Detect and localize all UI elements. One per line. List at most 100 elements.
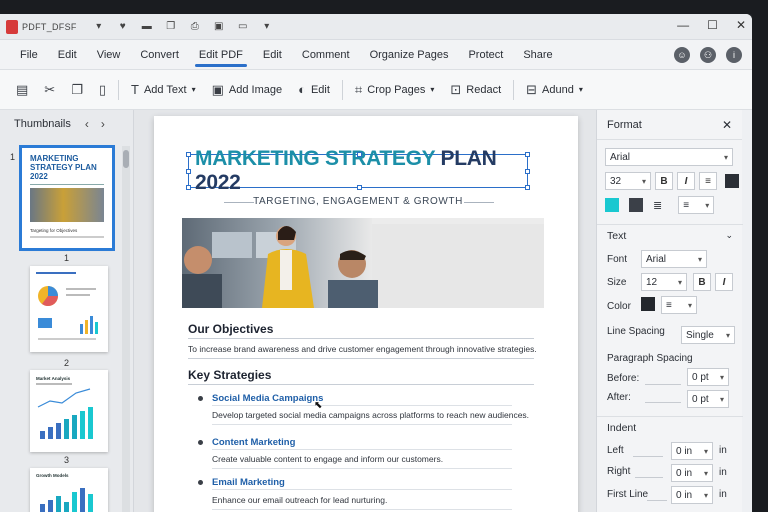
title-text-box[interactable]: MARKETING STRATEGY PLAN 2022	[186, 147, 530, 194]
paragraph-spacing-label: Paragraph Spacing	[607, 353, 693, 364]
paste-tool[interactable]: ▯	[91, 70, 114, 110]
save-icon[interactable]: ▭	[236, 20, 250, 34]
fill-color-swatch[interactable]	[629, 198, 643, 212]
heart-icon[interactable]: ♥	[116, 20, 130, 34]
edit-button[interactable]: ◐ Edit	[290, 70, 338, 110]
page-number: 1	[10, 152, 16, 162]
text-font-dropdown[interactable]: Arial ▾	[641, 250, 707, 268]
close-window-icon[interactable]: ✕	[736, 18, 746, 32]
page-thumbnail-2[interactable]	[30, 266, 108, 352]
italic-button[interactable]: I	[677, 172, 695, 190]
list-icon[interactable]: ≣	[653, 199, 662, 212]
format-title: Format	[607, 118, 642, 131]
list-style-icon: ≡	[683, 199, 690, 211]
thumbnails-panel: Thumbnails ‹ › 1 MARKETING STRATEGY PLAN…	[0, 110, 134, 512]
after-spacing-dropdown[interactable]: 0 pt ▾	[687, 390, 729, 408]
alignment-dropdown[interactable]: ≡ ▾	[661, 296, 697, 314]
menu-view[interactable]: View	[89, 40, 129, 70]
folder-icon[interactable]: ▬	[140, 20, 154, 34]
page-thumbnail-4[interactable]: Growth Models	[30, 468, 108, 512]
font-size-dropdown[interactable]: 32 ▾	[605, 172, 651, 190]
menu-convert[interactable]: Convert	[132, 40, 187, 70]
font-family-dropdown[interactable]: Arial ▾	[605, 148, 733, 166]
title-part-1: MARKETING STRATEGY	[195, 147, 435, 170]
first-line-indent-dropdown[interactable]: 0 in ▾	[671, 486, 713, 504]
text-size-dropdown[interactable]: 12 ▾	[641, 273, 687, 291]
resize-handle[interactable]	[525, 169, 530, 174]
before-spacing-dropdown[interactable]: 0 pt ▾	[687, 368, 729, 386]
adund-button[interactable]: ⊟ Adund ▾	[518, 70, 591, 110]
resize-handle[interactable]	[357, 152, 362, 157]
menu-file[interactable]: File	[12, 40, 46, 70]
users-icon[interactable]: ⚇	[700, 47, 716, 63]
cut-tool[interactable]: ✂	[36, 70, 63, 110]
minimize-icon[interactable]: —	[677, 18, 689, 32]
strategies-heading[interactable]: Key Strategies	[188, 368, 271, 382]
resize-handle[interactable]	[186, 169, 191, 174]
scrollbar-thumb[interactable]	[123, 150, 129, 168]
left-indent-value: 0 in	[676, 445, 693, 457]
redact-button[interactable]: ⊡ Redact	[442, 70, 509, 110]
file-tool[interactable]: ▤	[8, 70, 36, 110]
resize-handle[interactable]	[186, 185, 191, 190]
line-spacing-dropdown[interactable]: Single ▾	[681, 326, 735, 344]
info-icon[interactable]: i	[726, 47, 742, 63]
add-image-button[interactable]: ▣ Add Image	[204, 70, 291, 110]
resize-handle[interactable]	[186, 152, 191, 157]
menu-protect[interactable]: Protect	[460, 40, 511, 70]
strategy-name[interactable]: Content Marketing	[212, 437, 295, 448]
page-thumbnail-1[interactable]: MARKETING STRATEGY PLAN 2022 Targeting f…	[19, 145, 115, 251]
strategy-desc[interactable]: Enhance our email outreach for lead nurt…	[212, 495, 387, 505]
team-meeting-photo[interactable]	[182, 218, 544, 308]
chevron-left-icon[interactable]: ‹	[85, 117, 89, 131]
objectives-text-rule	[188, 358, 534, 359]
crop-pages-button[interactable]: ⌗ Crop Pages ▾	[347, 70, 442, 110]
chevron-down-icon: ⌄	[725, 230, 733, 240]
subtitle-rule-right	[464, 202, 494, 203]
before-spacing-value: 0 pt	[692, 371, 709, 383]
account-icon[interactable]: ☺	[674, 47, 690, 63]
highlight-color-swatch[interactable]	[605, 198, 619, 212]
monitor-bezel-top	[0, 0, 768, 14]
close-icon[interactable]: ✕	[722, 118, 732, 132]
dropdown-chevron-icon[interactable]: ▾	[92, 20, 106, 34]
maximize-icon[interactable]: ☐	[707, 18, 718, 32]
strategy-desc[interactable]: Develop targeted social media campaigns …	[212, 410, 529, 420]
bold-button[interactable]: B	[655, 172, 673, 190]
text-section-header[interactable]: Text ⌄	[597, 224, 743, 246]
right-indent-dropdown[interactable]: 0 in ▾	[671, 464, 713, 482]
text-color-swatch[interactable]	[725, 174, 739, 188]
text-italic-button[interactable]: I	[715, 273, 733, 291]
text-bold-button[interactable]: B	[693, 273, 711, 291]
copy-icon[interactable]: ❐	[164, 20, 178, 34]
chevron-right-icon[interactable]: ›	[101, 117, 105, 131]
color-row: ≣ ≡ ▾	[605, 196, 715, 214]
resize-handle[interactable]	[525, 185, 530, 190]
add-text-button[interactable]: T Add Text ▾	[123, 70, 204, 110]
page-thumbnail-3[interactable]: Market Analysis	[30, 370, 108, 452]
objectives-heading[interactable]: Our Objectives	[188, 322, 273, 336]
menu-edit[interactable]: Edit	[50, 40, 85, 70]
left-indent-dropdown[interactable]: 0 in ▾	[671, 442, 713, 460]
resize-handle[interactable]	[357, 185, 362, 190]
menu-share[interactable]: Share	[515, 40, 560, 70]
list-style-dropdown[interactable]: ≡ ▾	[678, 196, 715, 214]
menu-edit-pdf[interactable]: Edit PDF	[191, 40, 251, 70]
image-icon[interactable]: ▣	[212, 20, 226, 34]
menu-comment[interactable]: Comment	[294, 40, 358, 70]
strategy-name[interactable]: Email Marketing	[212, 477, 285, 488]
font-label: Font	[607, 254, 628, 265]
menu-edit-2[interactable]: Edit	[255, 40, 290, 70]
resize-handle[interactable]	[525, 152, 530, 157]
more-chevron-icon[interactable]: ▾	[260, 20, 274, 34]
after-spacing-value: 0 pt	[692, 393, 709, 405]
strategy-desc[interactable]: Create valuable content to engage and in…	[212, 454, 443, 464]
menu-organize-pages[interactable]: Organize Pages	[362, 40, 457, 70]
strategy-name[interactable]: Social Media Campaigns	[212, 393, 323, 404]
copy-tool[interactable]: ❐	[63, 70, 91, 110]
thumbnails-scrollbar[interactable]	[122, 146, 130, 512]
text-color-picker[interactable]	[641, 297, 655, 311]
objectives-text[interactable]: To increase brand awareness and drive cu…	[188, 344, 537, 354]
align-button[interactable]: ≡	[699, 172, 717, 190]
print-icon[interactable]: ⎙	[188, 20, 202, 34]
